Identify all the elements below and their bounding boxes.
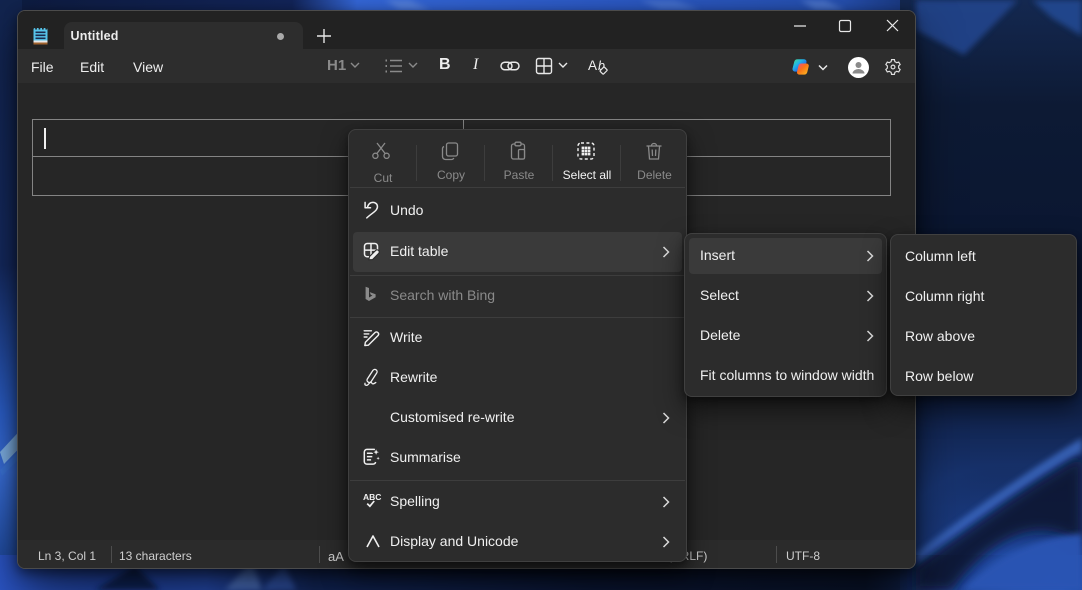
svg-text:ABC: ABC (363, 492, 381, 502)
